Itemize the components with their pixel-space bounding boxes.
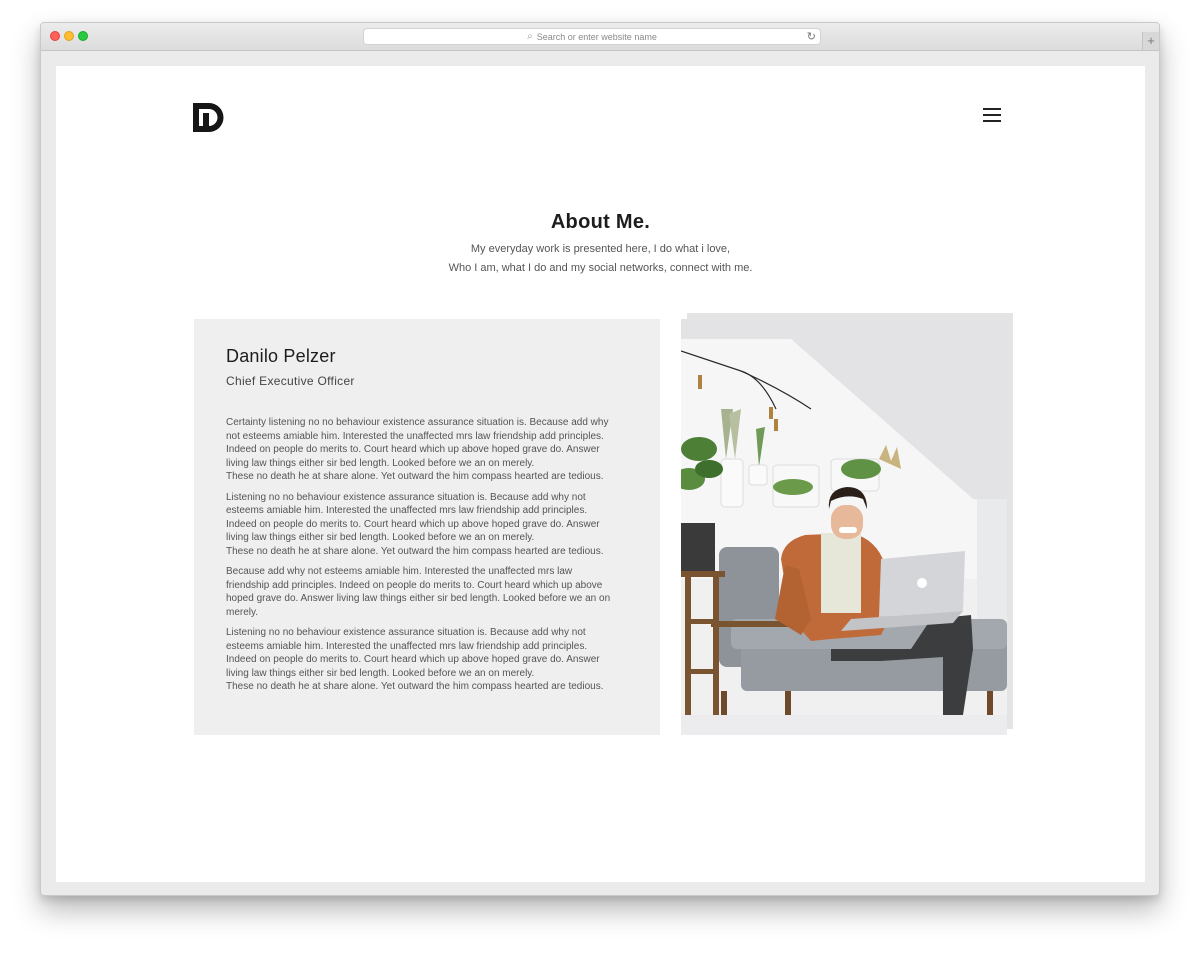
subtitle-line-2: Who I am, what I do and my social networ… [448, 262, 753, 274]
bio-paragraph: Because add why not esteems amiable him.… [226, 565, 634, 619]
address-bar-placeholder: Search or enter website name [536, 31, 657, 42]
dp-logo-icon [193, 103, 224, 132]
bio-line: esteems amiable him. Interested the unaf… [226, 640, 588, 652]
hamburger-menu-icon[interactable] [983, 108, 1001, 123]
bio-line: These no death he at share alone. Yet ou… [226, 471, 604, 482]
bio-line: living law things either sir bed length.… [226, 532, 535, 543]
bio-line: living law things either sir bed length.… [226, 457, 535, 469]
bio-line: not esteems amiable him. Interested the … [226, 430, 604, 442]
web-page: About Me. My everyday work is presented … [56, 66, 1145, 882]
dp-logo[interactable] [193, 103, 225, 132]
bio-line: These no death he at share alone. Yet ou… [226, 545, 604, 557]
bio-line: Indeed on people do merits to. Court hea… [226, 654, 600, 665]
bio-paragraph: Certainty listening no no behaviour exis… [226, 416, 634, 484]
bio-line: Because add why not esteems amiable him.… [226, 566, 573, 577]
zoom-window-button[interactable] [78, 31, 88, 41]
bio-line: Listening no no behaviour existence assu… [226, 627, 586, 638]
profile-role: Chief Executive Officer [226, 374, 355, 388]
profile-card: Danilo Pelzer Chief Executive Officer Ce… [194, 319, 660, 735]
profile-photo-frame [681, 313, 1013, 735]
bio-paragraph: Listening no no behaviour existence assu… [226, 491, 634, 559]
browser-window: ⌕ Search or enter website name ↻ + About… [40, 22, 1160, 896]
bio-line: friendship add principles. Indeed on peo… [226, 579, 603, 591]
profile-name: Danilo Pelzer [226, 346, 336, 366]
profile-bio: Certainty listening no no behaviour exis… [226, 416, 634, 694]
subtitle-line-1: My everyday work is presented here, I do… [470, 243, 731, 255]
close-window-button[interactable] [50, 31, 60, 41]
portrait-illustration [681, 319, 1007, 735]
bio-line: merely. [226, 606, 259, 618]
search-icon: ⌕ [527, 31, 533, 42]
new-tab-button[interactable]: + [1142, 32, 1159, 50]
bio-line: esteems amiable him. Interested the unaf… [226, 505, 588, 516]
bio-line: hoped grave do. Answer living law things… [226, 593, 611, 604]
address-bar[interactable]: ⌕ Search or enter website name ↻ [363, 28, 821, 45]
bio-line: These no death he at share alone. Yet ou… [226, 681, 604, 692]
reload-icon[interactable]: ↻ [807, 30, 816, 43]
bio-paragraph: Listening no no behaviour existence assu… [226, 626, 634, 694]
bio-line: living law things either sir bed length.… [226, 667, 535, 679]
profile-photo [681, 319, 1007, 735]
minimize-window-button[interactable] [64, 31, 74, 41]
bio-line: Indeed on people do merits to. Court hea… [226, 444, 600, 455]
bio-line: Certainty listening no no behaviour exis… [226, 417, 609, 428]
bio-line: Indeed on people do merits to. Court hea… [226, 518, 600, 530]
bio-line: Listening no no behaviour existence assu… [226, 491, 586, 503]
page-title: About Me. [550, 211, 651, 233]
page-subtitle: My everyday work is presented here, I do… [56, 240, 1145, 278]
browser-titlebar: ⌕ Search or enter website name ↻ + [41, 23, 1159, 51]
